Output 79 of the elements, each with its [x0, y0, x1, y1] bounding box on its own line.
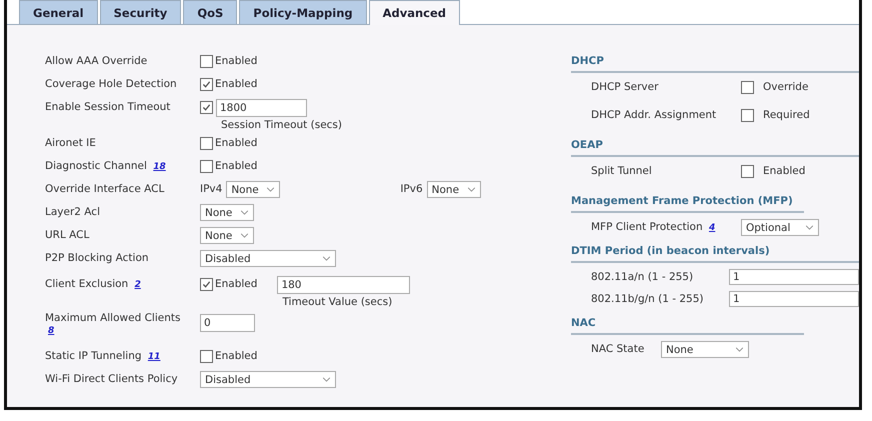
tab[interactable]: Advanced [368, 0, 460, 25]
chevron-down-icon [322, 256, 331, 261]
chevron-down-icon [322, 377, 331, 382]
field-label: Diagnostic Channel [45, 160, 147, 172]
field-label: 802.11b/g/n (1 - 255) [591, 293, 704, 305]
checkbox[interactable] [200, 78, 213, 91]
section-heading: Management Frame Protection (MFP) [571, 195, 804, 213]
section-heading: NAC [571, 317, 804, 335]
checkbox[interactable] [200, 278, 213, 291]
option-label: Enabled [215, 277, 258, 290]
input-field[interactable]: 1800 [216, 99, 307, 117]
field-label: NAC State [591, 343, 644, 355]
field-label: IPv6 [400, 182, 423, 195]
chevron-down-icon [735, 347, 744, 352]
chevron-down-icon [466, 187, 476, 192]
field-label: Override Interface ACL [45, 183, 164, 195]
input-field[interactable]: 180 [277, 276, 410, 294]
option-label: Override [763, 80, 808, 93]
field-label: Static IP Tunneling [45, 350, 142, 362]
field-label: MFP Client Protection [591, 221, 703, 233]
checkbox[interactable] [200, 160, 213, 173]
dropdown[interactable]: Disabled [200, 250, 336, 267]
field-label: Client Exclusion [45, 278, 128, 290]
field-label: DHCP Server [591, 81, 658, 93]
help-link[interactable]: 8 [48, 326, 54, 336]
field-label: Wi-Fi Direct Clients Policy [45, 373, 178, 385]
field-label: Coverage Hole Detection [45, 78, 177, 90]
tab[interactable]: QoS [183, 0, 238, 24]
option-label: Enabled [215, 77, 258, 90]
checkbox[interactable] [741, 81, 754, 94]
chevron-down-icon [805, 225, 814, 230]
field-label: Allow AAA Override [45, 55, 148, 67]
option-label: Enabled [215, 159, 258, 172]
dropdown[interactable]: None [426, 181, 481, 198]
field-label: 802.11a/n (1 - 255) [591, 271, 694, 283]
field-label: Split Tunnel [591, 165, 652, 177]
section-heading: DHCP [571, 55, 859, 73]
checkbox[interactable] [741, 109, 754, 122]
tab[interactable]: General [19, 0, 98, 24]
option-label: Required [763, 108, 810, 121]
field-label: Enable Session Timeout [45, 101, 170, 113]
field-label: Maximum Allowed Clients [45, 312, 180, 324]
help-link[interactable]: 18 [153, 162, 166, 172]
chevron-down-icon [240, 210, 249, 215]
field-label: Layer2 Acl [45, 206, 100, 218]
section-heading: OEAP [571, 139, 859, 157]
help-link[interactable]: 11 [148, 352, 160, 362]
field-label: P2P Blocking Action [45, 252, 149, 264]
dropdown[interactable]: None [661, 341, 749, 358]
input-field[interactable]: 1 [729, 291, 859, 307]
chevron-down-icon [240, 233, 249, 238]
option-label: Enabled [215, 136, 258, 149]
field-caption: Timeout Value (secs) [281, 295, 394, 308]
option-label: Enabled [215, 54, 258, 67]
option-label: Enabled [215, 349, 258, 362]
dropdown[interactable]: None [226, 181, 280, 198]
dropdown[interactable]: Disabled [200, 371, 336, 388]
field-label: IPv4 [200, 182, 222, 195]
field-label: DHCP Addr. Assignment [591, 109, 716, 121]
dropdown[interactable]: Optional [741, 219, 819, 236]
checkbox[interactable] [200, 101, 213, 114]
help-link[interactable]: 2 [134, 280, 141, 290]
dropdown[interactable]: None [200, 227, 254, 244]
field-label: Aironet IE [45, 137, 96, 149]
field-caption: Session Timeout (secs) [220, 118, 342, 131]
tab[interactable]: Policy-Mapping [239, 0, 367, 24]
checkbox[interactable] [200, 350, 213, 363]
help-link[interactable]: 4 [708, 223, 716, 233]
chevron-down-icon [266, 187, 276, 192]
checkbox[interactable] [741, 165, 754, 178]
option-label: Enabled [763, 164, 806, 177]
section-heading: DTIM Period (in beacon intervals) [571, 245, 859, 263]
checkbox[interactable] [200, 55, 213, 68]
checkbox[interactable] [200, 137, 213, 150]
input-field[interactable]: 0 [200, 314, 255, 332]
dropdown[interactable]: None [200, 204, 254, 221]
tab[interactable]: Security [100, 0, 182, 24]
input-field[interactable]: 1 [729, 269, 859, 285]
field-label: URL ACL [45, 229, 90, 241]
